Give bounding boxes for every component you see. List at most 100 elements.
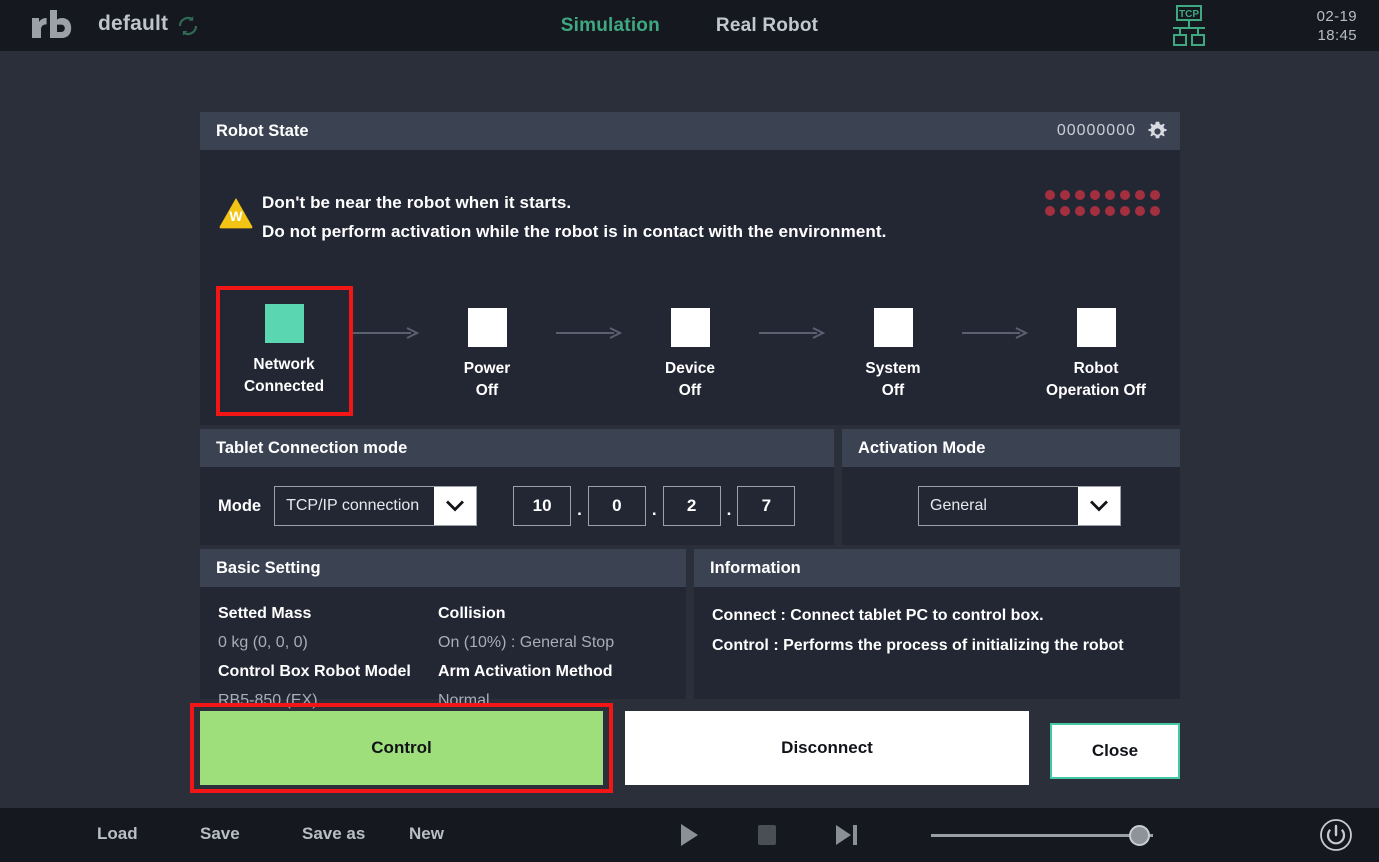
new-button[interactable]: New [409, 824, 444, 844]
tablet-connection-panel: Tablet Connection mode Mode TCP/IP conne… [200, 429, 834, 545]
slider-track [931, 834, 1153, 837]
basic-setting-panel: Basic Setting Setted Mass Collision 0 kg… [200, 549, 686, 709]
warning-block: W Don't be near the robot when it starts… [200, 150, 1180, 246]
top-bar: default Simulation Real Robot TCP 02-19 … [0, 0, 1379, 51]
state-step-device[interactable]: Device Off [622, 290, 759, 402]
setting-key: Control Box Robot Model [218, 663, 411, 680]
led-dot [1090, 190, 1100, 200]
led-dot [1120, 206, 1130, 216]
disconnect-button[interactable]: Disconnect [625, 711, 1029, 785]
arrow-icon [555, 327, 622, 339]
state-indicator-square [467, 308, 507, 347]
warning-icon: W [218, 196, 254, 229]
led-dot [1045, 190, 1055, 200]
tablet-connection-body: Mode TCP/IP connection 10 . 0 . 2 . 7 [200, 467, 834, 545]
setting-key: Arm Activation Method [438, 663, 613, 680]
led-dot [1060, 206, 1070, 216]
information-header: Information [694, 549, 1180, 587]
led-indicator-grid [1045, 190, 1165, 222]
information-title: Information [710, 558, 801, 577]
robot-state-code: 00000000 [1056, 122, 1136, 139]
clock-time: 18:45 [1317, 27, 1357, 44]
arrow-icon [961, 327, 1028, 339]
profile-name: default [98, 12, 169, 35]
refresh-icon[interactable] [175, 14, 201, 38]
ip-octet-3[interactable]: 2 [662, 486, 721, 526]
setting-key: Collision [438, 605, 506, 622]
save-as-button[interactable]: Save as [302, 824, 365, 844]
chevron-down-icon[interactable] [434, 487, 477, 525]
chevron-down-icon[interactable] [1078, 487, 1120, 525]
clock: 02-19 18:45 [1317, 7, 1357, 45]
led-dot [1120, 190, 1130, 200]
state-step-label-line1: Device [665, 360, 715, 377]
state-step-label-line1: System [865, 360, 921, 377]
led-dot [1105, 190, 1115, 200]
arrow-icon [352, 327, 419, 339]
ip-octet-4[interactable]: 7 [737, 486, 796, 526]
connection-mode-select[interactable]: TCP/IP connection [274, 486, 478, 526]
led-dot [1135, 190, 1145, 200]
play-icon[interactable] [676, 822, 702, 853]
connection-settings-row: Tablet Connection mode Mode TCP/IP conne… [200, 429, 1180, 545]
robot-state-body: W Don't be near the robot when it starts… [200, 150, 1180, 425]
information-line-1: Connect : Connect tablet PC to control b… [712, 607, 1044, 624]
state-indicator-square [670, 308, 710, 347]
state-step-label-line2: Off [881, 382, 905, 399]
ip-octet-2[interactable]: 0 [587, 486, 646, 526]
speed-slider[interactable] [931, 825, 1153, 846]
setting-key: Setted Mass [218, 605, 312, 622]
state-step-label-line2: Operation Off [1046, 382, 1146, 399]
activation-mode-header: Activation Mode [842, 429, 1180, 467]
led-dot [1105, 206, 1115, 216]
state-step-robot-operation[interactable]: Robot Operation Off [1028, 290, 1165, 402]
warning-line-2: Do not perform activation while the robo… [262, 222, 887, 241]
warning-line-1: Don't be near the robot when it starts. [262, 193, 572, 212]
activation-mode-title: Activation Mode [858, 438, 986, 457]
state-step-label-line2: Connected [243, 378, 325, 395]
svg-text:W: W [229, 208, 243, 224]
state-step-label-line2: Off [678, 382, 702, 399]
stop-icon[interactable] [754, 822, 780, 853]
state-step-system[interactable]: System Off [825, 290, 962, 402]
ip-octet-1[interactable]: 10 [513, 486, 572, 526]
state-indicator-square [264, 304, 304, 343]
led-dot [1135, 206, 1145, 216]
information-line-2: Control : Performs the process of initia… [712, 637, 1124, 654]
information-body: Connect : Connect tablet PC to control b… [694, 587, 1180, 699]
basic-setting-title: Basic Setting [216, 558, 321, 577]
led-dot [1045, 206, 1055, 216]
mode-label: Mode [218, 496, 262, 515]
state-step-label-line1: Network [253, 356, 315, 373]
led-dot [1150, 206, 1160, 216]
led-dot [1150, 190, 1160, 200]
step-forward-icon[interactable] [832, 822, 862, 853]
load-button[interactable]: Load [97, 824, 138, 844]
clock-date: 02-19 [1316, 8, 1357, 25]
ip-separator: . [577, 500, 582, 519]
state-step-label-line2: Off [475, 382, 499, 399]
led-dot [1060, 190, 1070, 200]
tab-simulation[interactable]: Simulation [553, 11, 668, 41]
slider-thumb[interactable] [1129, 825, 1150, 846]
connection-mode-value: TCP/IP connection [286, 497, 420, 514]
setting-value: 0 kg (0, 0, 0) [218, 634, 308, 651]
activation-mode-body: General [842, 467, 1180, 545]
activation-mode-panel: Activation Mode General [842, 429, 1180, 545]
led-dot [1075, 190, 1085, 200]
power-icon[interactable] [1319, 818, 1353, 852]
activation-mode-select[interactable]: General [918, 486, 1121, 526]
robot-state-header: Robot State 00000000 [200, 112, 1180, 150]
close-button[interactable]: Close [1050, 723, 1180, 779]
save-button[interactable]: Save [200, 824, 240, 844]
state-step-network[interactable]: Network Connected [215, 286, 353, 416]
state-step-label-line1: Power [463, 360, 511, 377]
state-step-power[interactable]: Power Off [419, 290, 556, 402]
ip-separator: . [651, 500, 657, 519]
tablet-connection-title: Tablet Connection mode [216, 438, 408, 457]
bottom-bar: Load Save Save as New [0, 808, 1379, 862]
basic-setting-body: Setted Mass Collision 0 kg (0, 0, 0) On … [200, 587, 686, 709]
tab-real-robot[interactable]: Real Robot [708, 11, 826, 41]
gear-icon[interactable] [1147, 121, 1168, 142]
control-button[interactable]: Control [200, 711, 603, 785]
